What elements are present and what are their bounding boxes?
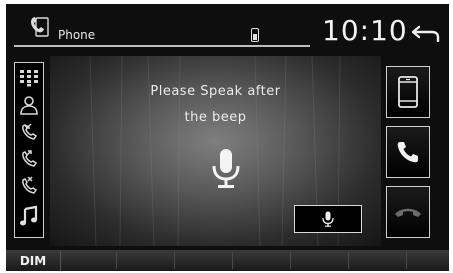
bottom-bar-divider [174, 252, 175, 269]
bottom-bar-divider [232, 252, 233, 269]
sidebar [14, 62, 44, 238]
header-underline [14, 45, 310, 47]
call-end-button[interactable] [386, 186, 430, 238]
sidebar-item-incoming[interactable] [17, 121, 41, 143]
bottom-bar: DIM [6, 250, 449, 271]
bottom-bar-divider [406, 252, 407, 269]
handset-device-icon [398, 76, 418, 108]
back-icon[interactable] [410, 24, 442, 42]
clock: 10:10 [322, 14, 408, 47]
call-accept-button[interactable] [386, 126, 430, 178]
phone-screen: Phone 10:10 Please Speak after the beep … [6, 4, 449, 271]
incoming-call-icon [22, 123, 38, 140]
music-icon [20, 205, 38, 226]
sidebar-item-music[interactable] [17, 205, 41, 227]
bottom-bar-divider [348, 252, 349, 269]
phone-icon [31, 17, 49, 37]
keypad-icon [20, 70, 38, 87]
voice-recognition-panel: Please Speak after the beep [50, 56, 381, 246]
call-end-icon [395, 208, 421, 217]
outgoing-call-icon [22, 150, 38, 167]
sidebar-item-outgoing[interactable] [17, 148, 41, 170]
voice-prompt-line1: Please Speak after [150, 84, 281, 99]
contacts-icon [20, 96, 38, 115]
call-accept-icon [397, 142, 418, 163]
voice-talk-button[interactable] [294, 205, 362, 233]
voice-prompt-line2: the beep [184, 110, 247, 125]
header: Phone 10:10 [6, 4, 449, 50]
sidebar-item-missed[interactable] [17, 175, 41, 197]
sidebar-item-contacts[interactable] [17, 94, 41, 116]
voice-button-microphone-icon [322, 211, 334, 227]
microphone-icon [212, 149, 240, 188]
signal-icon [251, 28, 259, 42]
bottom-bar-divider [116, 252, 117, 269]
app-title: Phone [58, 28, 96, 42]
sidebar-item-keypad[interactable] [17, 67, 41, 89]
handset-mode-button[interactable] [386, 66, 430, 118]
dim-button[interactable]: DIM [6, 250, 61, 271]
bottom-bar-divider [290, 252, 291, 269]
missed-call-icon [22, 176, 38, 194]
